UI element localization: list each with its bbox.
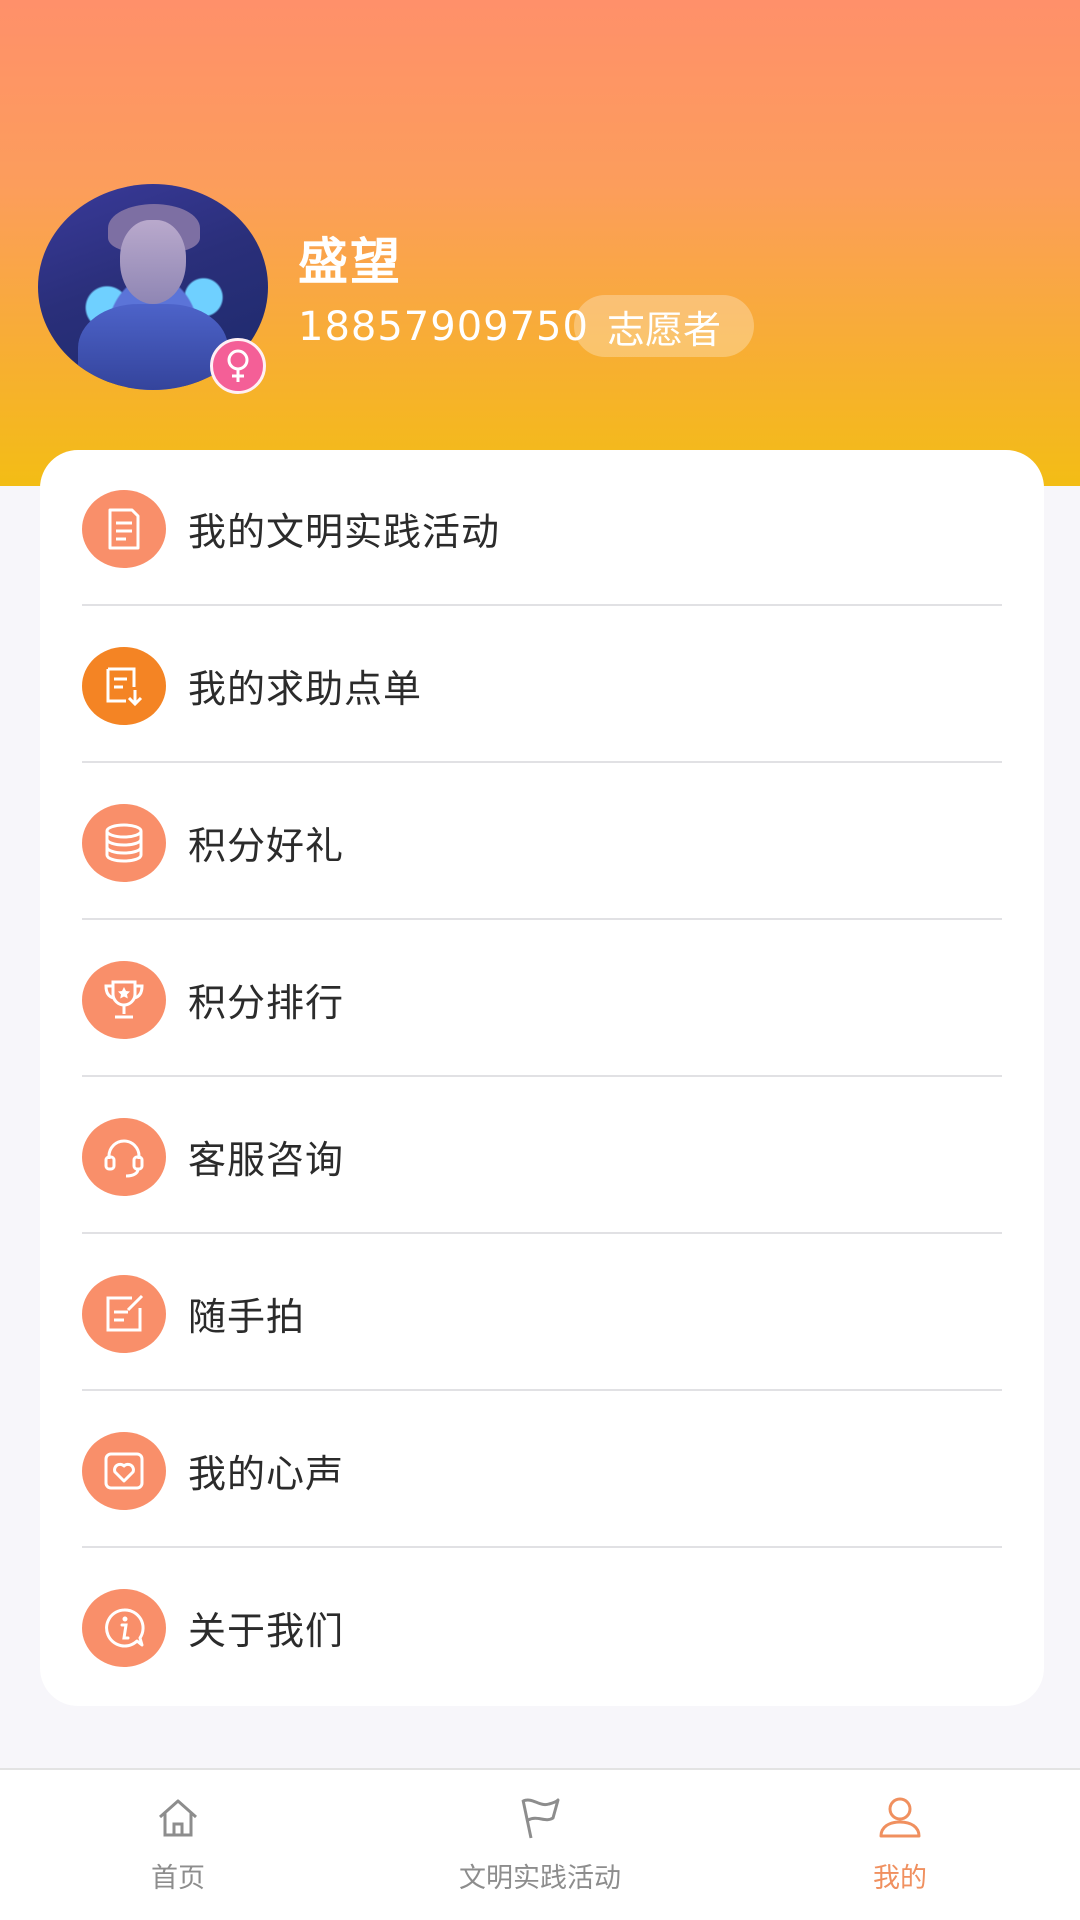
menu-item-label: 我的文明实践活动 (188, 510, 501, 554)
divider (82, 1075, 1002, 1077)
user-phone: 18857909750 (298, 304, 589, 350)
person-icon (876, 1794, 924, 1842)
menu-item-help-orders[interactable]: 我的求助点单 (82, 607, 1002, 764)
role-badge: 志愿者 (574, 295, 754, 357)
menu-card: 我的文明实践活动 我的求助点单 积分好礼 积分排行 客服咨询 随手拍 我的心声 … (40, 450, 1044, 1706)
menu-item-about-us[interactable]: 关于我们 (82, 1549, 1002, 1706)
order-download-icon (82, 646, 166, 725)
menu-item-label: 我的求助点单 (188, 667, 423, 711)
divider (82, 918, 1002, 920)
menu-item-snapshot[interactable]: 随手拍 (82, 1235, 1002, 1392)
menu-item-label: 随手拍 (188, 1295, 306, 1339)
profile-header: 盛望 18857909750 志愿者 (0, 0, 1080, 486)
menu-item-civilization-activities[interactable]: 我的文明实践活动 (82, 450, 1002, 607)
menu-item-label: 我的心声 (188, 1452, 345, 1496)
tab-label: 我的 (873, 1863, 927, 1894)
divider (82, 1389, 1002, 1391)
tab-civilization-activities[interactable]: 文明实践活动 (400, 1770, 680, 1920)
menu-item-points-gifts[interactable]: 积分好礼 (82, 764, 1002, 921)
menu-item-label: 关于我们 (188, 1609, 345, 1653)
document-icon (82, 489, 166, 568)
menu-item-my-voice[interactable]: 我的心声 (82, 1392, 1002, 1549)
divider (82, 1546, 1002, 1548)
avatar-armor (78, 304, 228, 390)
bottom-tab-bar: 首页 文明实践活动 我的 (0, 1768, 1080, 1920)
tab-home[interactable]: 首页 (80, 1770, 276, 1920)
user-name: 盛望 (298, 233, 402, 291)
divider (82, 761, 1002, 763)
headset-icon (82, 1117, 166, 1196)
heart-icon (82, 1431, 166, 1510)
menu-item-points-ranking[interactable]: 积分排行 (82, 921, 1002, 1078)
female-icon (210, 338, 266, 394)
home-icon (156, 1794, 200, 1842)
menu-item-label: 客服咨询 (188, 1138, 345, 1182)
tab-mine[interactable]: 我的 (802, 1770, 998, 1920)
edit-note-icon (82, 1274, 166, 1353)
flag-icon (517, 1794, 563, 1842)
avatar-face (120, 220, 186, 304)
divider (82, 604, 1002, 606)
trophy-icon (82, 960, 166, 1039)
menu-item-label: 积分排行 (188, 981, 345, 1025)
menu-item-customer-service[interactable]: 客服咨询 (82, 1078, 1002, 1235)
tab-label: 文明实践活动 (459, 1863, 621, 1894)
divider (82, 1232, 1002, 1234)
tab-label: 首页 (151, 1863, 205, 1894)
menu-item-label: 积分好礼 (188, 824, 345, 868)
coin-stack-icon (82, 803, 166, 882)
info-icon (82, 1588, 166, 1667)
